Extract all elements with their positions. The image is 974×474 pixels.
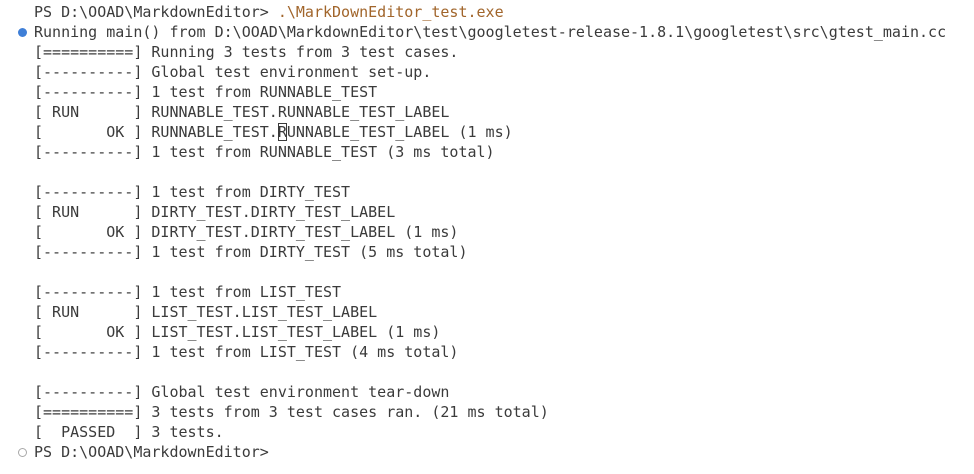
output-line: [ OK ] LIST_TEST.LIST_TEST_LABEL (1 ms) — [34, 323, 441, 341]
output-line: [----------] Global test environment set… — [34, 63, 432, 81]
output-line: [ RUN ] LIST_TEST.LIST_TEST_LABEL — [34, 303, 378, 321]
output-line: [----------] 1 test from RUNNABLE_TEST — [34, 83, 378, 101]
output-line: [==========] 3 tests from 3 test cases r… — [34, 403, 549, 421]
terminal-output[interactable]: PS D:\OOAD\MarkdownEditor> .\MarkDownEdi… — [0, 2, 974, 462]
output-line: [----------] 1 test from LIST_TEST (4 ms… — [34, 343, 459, 361]
output-line: [----------] 1 test from DIRTY_TEST — [34, 183, 351, 201]
text-cursor: R — [277, 123, 287, 141]
output-line: [----------] 1 test from LIST_TEST — [34, 283, 342, 301]
output-line: [ OK ] DIRTY_TEST.DIRTY_TEST_LABEL (1 ms… — [34, 223, 459, 241]
output-line: [ OK ] RUNNABLE_TEST.RUNNABLE_TEST_LABEL… — [0, 122, 974, 142]
output-line: [ RUN ] DIRTY_TEST.DIRTY_TEST_LABEL — [34, 203, 396, 221]
prompt-line: PS D:\OOAD\MarkdownEditor> .\MarkDownEdi… — [0, 2, 974, 22]
ok-line-prefix: [ OK ] RUNNABLE_TEST. — [34, 123, 278, 141]
output-line: [----------] 1 test from DIRTY_TEST (5 m… — [34, 243, 468, 261]
prompt-text: PS D:\OOAD\MarkdownEditor> — [34, 443, 278, 461]
output-line: [----------] 1 test from RUNNABLE_TEST (… — [34, 143, 495, 161]
running-line: Running main() from D:\OOAD\MarkdownEdit… — [0, 22, 974, 42]
command-text: .\MarkDownEditor_test.exe — [277, 3, 504, 21]
ok-line-suffix: UNNABLE_TEST_LABEL (1 ms) — [286, 123, 513, 141]
output-line: [==========] Running 3 tests from 3 test… — [34, 43, 459, 61]
prompt-line[interactable]: PS D:\OOAD\MarkdownEditor> — [0, 442, 974, 462]
running-text: Running main() from D:\OOAD\MarkdownEdit… — [34, 23, 947, 41]
output-line: [ RUN ] RUNNABLE_TEST.RUNNABLE_TEST_LABE… — [34, 103, 450, 121]
output-line: [----------] Global test environment tea… — [34, 383, 450, 401]
prompt-text: PS D:\OOAD\MarkdownEditor> — [34, 3, 278, 21]
command-decoration-icon[interactable] — [18, 28, 27, 37]
output-line: [ PASSED ] 3 tests. — [34, 423, 224, 441]
command-decoration-icon[interactable] — [18, 448, 27, 457]
